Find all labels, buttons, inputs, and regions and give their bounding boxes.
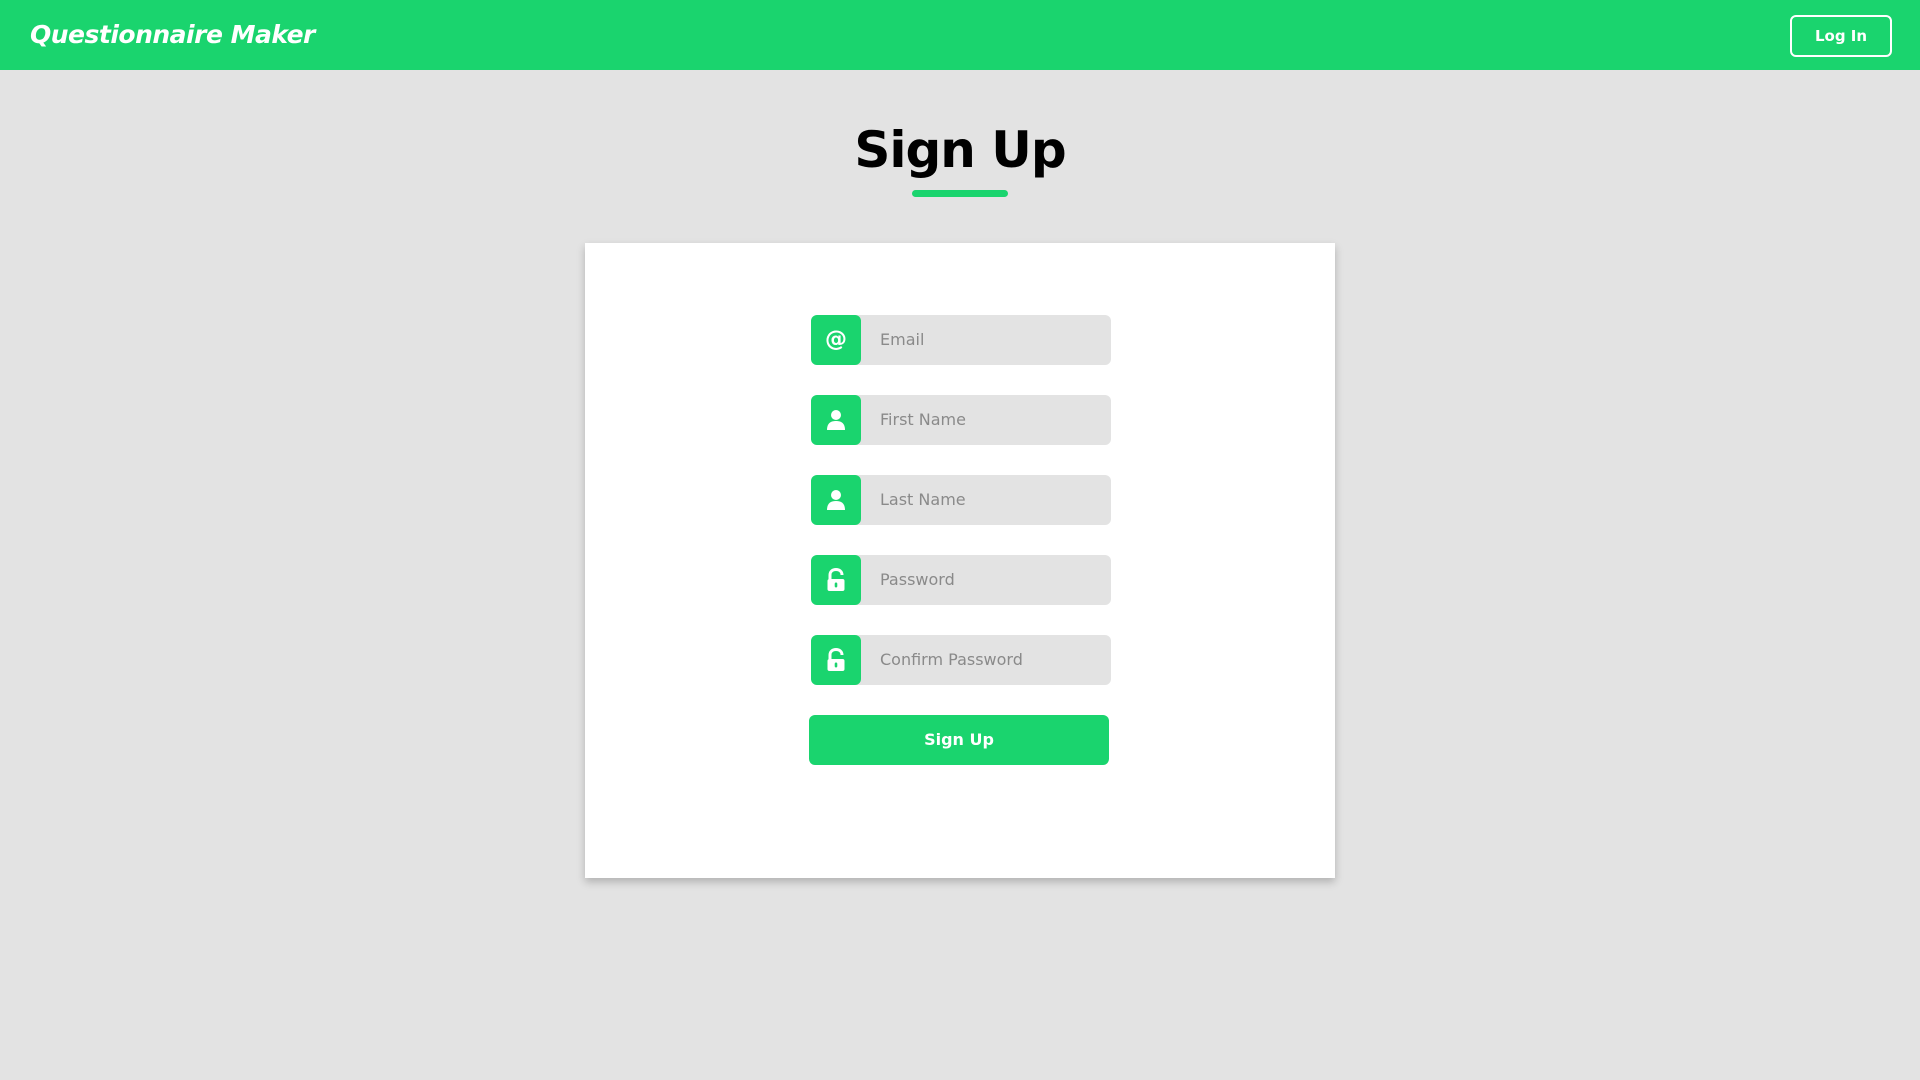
last-name-input[interactable]: Last Name bbox=[855, 475, 1111, 525]
email-input[interactable]: Email bbox=[855, 315, 1111, 365]
unlock-icon bbox=[811, 635, 861, 685]
sign-up-button[interactable]: Sign Up bbox=[809, 715, 1109, 765]
password-input[interactable]: Password bbox=[855, 555, 1111, 605]
page-title: Sign Up bbox=[854, 121, 1066, 179]
at-icon: @ bbox=[811, 315, 861, 365]
password-field-group: Password bbox=[811, 555, 1111, 605]
confirm-password-field-group: Confirm Password bbox=[811, 635, 1111, 685]
first-name-input[interactable]: First Name bbox=[855, 395, 1111, 445]
user-icon bbox=[811, 475, 861, 525]
confirm-password-input[interactable]: Confirm Password bbox=[855, 635, 1111, 685]
login-button[interactable]: Log In bbox=[1790, 15, 1892, 57]
user-icon bbox=[811, 395, 861, 445]
first-name-field-group: First Name bbox=[811, 395, 1111, 445]
email-field-group: @ Email bbox=[811, 315, 1111, 365]
brand-title[interactable]: Questionnaire Maker bbox=[30, 20, 315, 49]
title-underline bbox=[912, 190, 1008, 197]
unlock-icon bbox=[811, 555, 861, 605]
navbar: Questionnaire Maker Log In bbox=[0, 0, 1920, 70]
last-name-field-group: Last Name bbox=[811, 475, 1111, 525]
